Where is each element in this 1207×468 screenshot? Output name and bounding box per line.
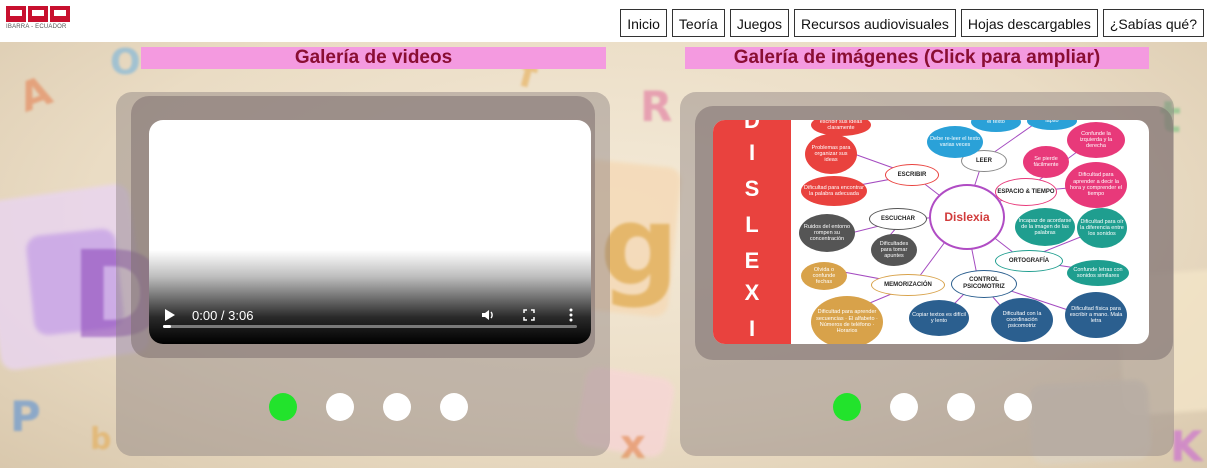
nav-teoria[interactable]: Teoría [671, 9, 725, 37]
mindmap-bubble: Ruidos del entorno rompen su concentraci… [799, 214, 855, 252]
mindmap-bubble: Confunde la izquierda y la derecha [1067, 122, 1125, 158]
dyslexia-mindmap-image[interactable]: D I S L E X I Dislexia ESCRIBIR LEER ESP… [713, 120, 1149, 344]
video-time: 0:00 / 3:06 [192, 307, 254, 323]
utn-logo-mark [6, 6, 76, 22]
video-dot-1[interactable] [269, 393, 297, 421]
mindmap-node-memorizacion: MEMORIZACIÓN [871, 274, 945, 296]
mindmap-bubble: Problemas para organizar sus ideas [805, 134, 857, 174]
mindmap-center: Dislexia [929, 184, 1005, 250]
mindmap-bubble: Dificultad con la coordinación psicomotr… [991, 298, 1053, 342]
video-progress-fill [163, 325, 172, 328]
utn-logo[interactable]: IBARRA - ECUADOR [6, 6, 76, 42]
more-options-icon[interactable] [569, 308, 573, 322]
main-nav: Inicio Teoría Juegos Recursos audiovisua… [620, 9, 1204, 37]
video-dot-2[interactable] [326, 393, 354, 421]
mindmap-bubble: Olvida o confunde fechas [801, 262, 847, 290]
image-dot-1[interactable] [833, 393, 861, 421]
mindmap-bubble: Incapaz de acordarse de la imagen de las… [1015, 208, 1075, 246]
video-gallery-title: Galería de videos [141, 47, 606, 69]
mindmap-bubble: Dificultad física para escribir a mano. … [1065, 292, 1127, 338]
mindmap-bubble: Se pierde fácilmente [1023, 146, 1069, 178]
mindmap-bubble: Dificultad para aprender a decir la hora… [1065, 162, 1127, 208]
video-dot-4[interactable] [440, 393, 468, 421]
nav-inicio[interactable]: Inicio [620, 9, 667, 37]
mindmap-bubble: Confunde letras con sonidos similares [1067, 260, 1129, 286]
logo-subtitle: IBARRA - ECUADOR [6, 24, 67, 30]
image-dot-4[interactable] [1004, 393, 1032, 421]
play-icon[interactable] [165, 309, 175, 321]
mindmap-bubble: Copiar textos es difícil y lento [909, 300, 969, 336]
mindmap-node-control: CONTROL PSICOMOTRIZ [951, 270, 1017, 298]
mindmap-bubble: Debe re-leer el texto varias veces [927, 126, 983, 158]
video-player[interactable]: 0:00 / 3:06 [149, 120, 591, 344]
mindmap-node-escuchar: ESCUCHAR [869, 208, 927, 230]
mindmap-node-ortografia: ORTOGRAFÍA [995, 250, 1063, 272]
image-gallery-title: Galería de imágenes (Click para ampliar) [685, 47, 1149, 69]
video-progress-track[interactable] [163, 325, 577, 328]
nav-sabias-que[interactable]: ¿Sabías qué? [1102, 9, 1204, 37]
mindmap-node-escribir: ESCRIBIR [885, 164, 939, 186]
nav-hojas-descargables[interactable]: Hojas descargables [960, 9, 1098, 37]
volume-icon[interactable] [481, 308, 495, 322]
mindmap-bubble: Dificultad para oír la diferencia entre … [1077, 208, 1127, 248]
nav-juegos[interactable]: Juegos [729, 9, 789, 37]
mindmap-node-espacio: ESPACIO & TIEMPO [995, 178, 1057, 206]
nav-recursos-audiovisuales[interactable]: Recursos audiovisuales [794, 9, 956, 37]
mindmap-bubble: Dificultades para tomar apuntes [871, 234, 917, 266]
video-dot-3[interactable] [383, 393, 411, 421]
mindmap-bubble: Dificultad para encontrar la palabra ade… [801, 176, 867, 206]
image-dot-3[interactable] [947, 393, 975, 421]
site-header: IBARRA - ECUADOR Inicio Teoría Juegos Re… [0, 0, 1207, 42]
image-dot-2[interactable] [890, 393, 918, 421]
mindmap-bubble: Dificultad para aprender secuencias · El… [811, 296, 883, 344]
fullscreen-icon[interactable] [523, 309, 535, 321]
